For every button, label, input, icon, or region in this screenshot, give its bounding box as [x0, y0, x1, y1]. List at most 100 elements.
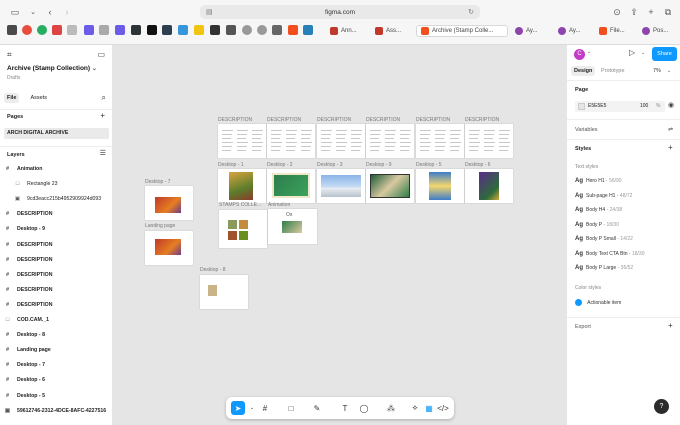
chevron-down-icon[interactable]: ⌄ — [641, 50, 645, 56]
frame-label[interactable]: Desktop - 7 — [145, 179, 171, 185]
search-icon[interactable]: ⌕ — [102, 93, 106, 103]
actions-icon[interactable]: ⁂ — [384, 401, 398, 415]
frame-label[interactable]: DESCRIPTION — [267, 117, 301, 123]
desktop-8-frame[interactable] — [200, 275, 248, 309]
favorite-icon[interactable] — [178, 25, 188, 35]
layer-item[interactable]: # DESCRIPTION — [4, 254, 112, 266]
browser-tab[interactable]: Ass... — [371, 25, 413, 37]
layer-item[interactable]: # DESCRIPTION — [4, 239, 112, 251]
favorite-icon[interactable] — [52, 25, 62, 35]
figma-favorite-icon[interactable] — [288, 25, 298, 35]
layer-item[interactable]: # Desktop - 5 — [4, 390, 112, 402]
page-color-field[interactable]: E5E5E5 100 % — [575, 101, 665, 112]
layer-item[interactable]: ▣ 9cd3eacc215b4952909924d093 — [4, 193, 112, 205]
frame-label[interactable]: DESCRIPTION — [218, 117, 252, 123]
favorite-icon[interactable] — [162, 25, 172, 35]
help-button[interactable]: ? — [654, 399, 669, 414]
address-bar[interactable]: ▤ figma.com ↻ — [200, 5, 480, 19]
frame-label[interactable]: DESCRIPTION — [366, 117, 400, 123]
eye-icon[interactable]: ◉ — [668, 101, 674, 109]
favorite-icon[interactable] — [226, 25, 236, 35]
favorite-icon[interactable] — [67, 25, 77, 35]
avatar[interactable]: C — [574, 49, 585, 60]
new-tab-icon[interactable]: + — [644, 5, 658, 19]
layer-item[interactable]: □ COD.CAM._1 — [4, 314, 112, 326]
text-style-item[interactable]: Ag Body P Large · 36/52 — [575, 265, 633, 271]
add-export-icon[interactable]: + — [668, 321, 673, 330]
frame-label[interactable]: Desktop - 3 — [317, 162, 343, 168]
back-button[interactable]: ‹ — [43, 5, 57, 19]
favorite-icon[interactable] — [7, 25, 17, 35]
layer-item[interactable]: # DESCRIPTION — [4, 208, 112, 220]
favorite-icon[interactable] — [131, 25, 141, 35]
layer-item[interactable]: # Animation — [4, 163, 112, 175]
tab-file[interactable]: File — [4, 93, 20, 103]
tab-design[interactable]: Design — [571, 66, 596, 76]
chevron-down-icon[interactable]: ⌄ — [245, 401, 259, 415]
browser-tab[interactable]: Ay... — [554, 25, 592, 37]
favorite-icon[interactable] — [194, 25, 204, 35]
add-style-icon[interactable]: + — [668, 143, 673, 152]
favorite-icon[interactable] — [115, 25, 125, 35]
frame-label[interactable]: Desktop - 5 — [416, 162, 442, 168]
description-frame[interactable] — [218, 124, 266, 158]
layer-item[interactable]: # Desktop - 9 — [4, 223, 112, 235]
panel-toggle-icon[interactable]: ▭ — [97, 50, 105, 59]
stamps-collection-frame[interactable] — [219, 210, 267, 248]
dev-mode-icon[interactable]: ⟡ — [408, 401, 422, 415]
frame-label[interactable]: STAMPS COLLE... — [219, 202, 261, 208]
layer-item[interactable]: # DESCRIPTION — [4, 269, 112, 281]
share-button[interactable]: Share — [652, 47, 677, 61]
variables-icon[interactable]: ⇌ — [668, 126, 673, 133]
description-frame[interactable] — [317, 124, 365, 158]
move-tool-icon[interactable]: ➤ — [231, 401, 245, 415]
tab-overview-icon[interactable]: ⧉ — [661, 5, 675, 19]
text-style-item[interactable]: Ag Sub-page H1 · 48/72 — [575, 193, 632, 199]
text-style-item[interactable]: Ag Body P Small · 14/22 — [575, 236, 633, 242]
chevron-down-icon[interactable]: ⌄ — [587, 49, 591, 55]
page-settings-icon[interactable]: ▤ — [206, 8, 213, 16]
text-style-item[interactable]: Ag Body Text CTA Btn · 18/30 — [575, 251, 644, 257]
frame-tool-icon[interactable]: # — [258, 401, 272, 415]
downloads-icon[interactable]: ⊙ — [610, 5, 624, 19]
frame-label[interactable]: Desktop - 2 — [267, 162, 293, 168]
layer-item[interactable]: # DESCRIPTION — [4, 299, 112, 311]
layer-item[interactable]: ▣ 59612746-2312-4DCE-8AFC-4227516 — [4, 405, 112, 417]
browser-tab[interactable]: Ann... — [326, 25, 368, 37]
layer-item[interactable]: # DESCRIPTION — [4, 284, 112, 296]
browser-tab-active[interactable]: Archive (Stamp Colle... — [416, 25, 508, 37]
description-frame[interactable] — [416, 124, 464, 158]
favorite-icon[interactable] — [22, 25, 32, 35]
text-style-item[interactable]: Ag Body H4 · 24/38 — [575, 207, 622, 213]
browser-tab[interactable]: File... — [595, 25, 635, 37]
desktop-6-frame[interactable] — [465, 169, 513, 203]
main-menu-icon[interactable]: ⌗ — [7, 50, 12, 60]
landing-page-frame[interactable] — [145, 231, 193, 265]
frame-label[interactable]: Desktop - 1 — [218, 162, 244, 168]
rectangle-tool-icon[interactable]: □ — [284, 401, 298, 415]
text-style-item[interactable]: Ag Hero H1 · 56/90 — [575, 178, 622, 184]
animation-frame[interactable]: Ox — [268, 209, 317, 244]
favorite-icon[interactable] — [84, 25, 94, 35]
color-swatch[interactable] — [578, 103, 585, 110]
description-frame[interactable] — [465, 124, 513, 158]
comment-tool-icon[interactable]: ◯ — [357, 401, 371, 415]
forward-button[interactable]: › — [60, 5, 74, 19]
desktop-2-frame[interactable] — [267, 169, 315, 203]
desktop-1-frame[interactable] — [218, 169, 266, 203]
code-icon[interactable]: </> — [436, 401, 450, 415]
desktop-9-frame[interactable] — [366, 169, 414, 203]
prototype-icon[interactable]: ▦ — [422, 401, 436, 415]
favorite-icon[interactable] — [272, 25, 282, 35]
description-frame[interactable] — [267, 124, 315, 158]
favorite-icon[interactable] — [257, 25, 267, 35]
page-color-opacity[interactable]: 100 — [640, 103, 648, 109]
favorite-icon[interactable] — [210, 25, 220, 35]
desktop-5-frame[interactable] — [416, 169, 464, 203]
favorite-icon[interactable] — [147, 25, 157, 35]
frame-label[interactable]: Desktop - 8 — [200, 267, 226, 273]
add-page-icon[interactable]: + — [100, 111, 105, 120]
browser-tab[interactable]: Ay... — [511, 25, 551, 37]
layer-item[interactable]: □ Rectangle 23 — [4, 178, 112, 190]
chevron-down-icon[interactable]: ⌄ — [26, 5, 40, 19]
